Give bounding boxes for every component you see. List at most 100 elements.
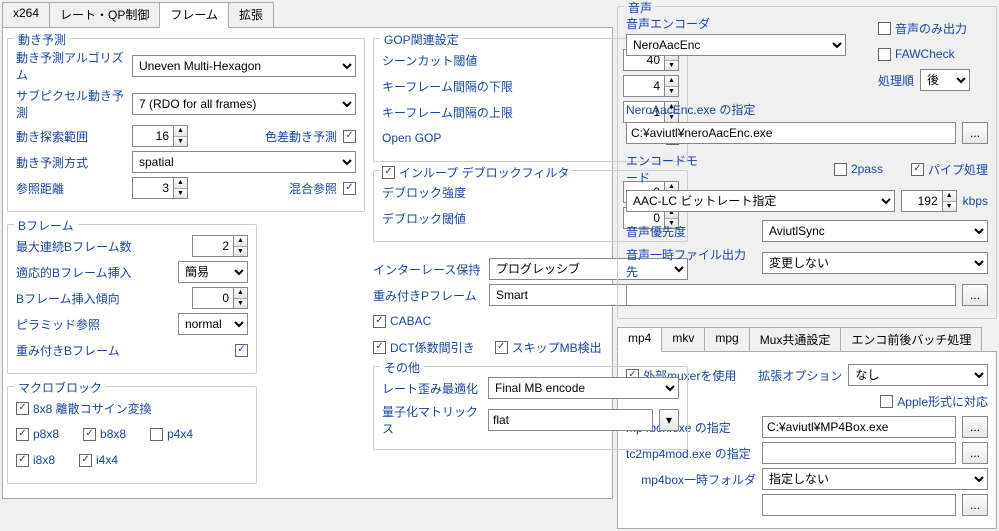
pyramid-select[interactable]: normal <box>178 313 248 335</box>
audio-tempdir-browse-button[interactable]: ... <box>962 284 988 306</box>
tab-extension[interactable]: 拡張 <box>228 2 274 27</box>
scenecut-label: シーンカット閾値 <box>382 52 617 69</box>
p4x4-checkbox[interactable]: p4x4 <box>150 427 193 441</box>
macroblock-group: マクロブロック 8x8 離散コサイン変換 p8x8 b8x8 p4x4 i8x8… <box>7 386 257 484</box>
macroblock-legend: マクロブロック <box>14 379 106 396</box>
enc-mode-select[interactable]: AAC-LC ビットレート指定 <box>626 190 895 212</box>
weightb-label: 重み付きBフレーム <box>16 342 229 359</box>
tc2mp4-exe-browse-button[interactable]: ... <box>962 442 988 464</box>
other-legend: その他 <box>380 359 424 376</box>
chroma-me-label: 色差動き予測 <box>265 128 337 145</box>
frame-tab-body: 動き予測 動き予測アルゴリズム Uneven Multi-Hexagon サブピ… <box>2 28 613 499</box>
gop-legend: GOP関連設定 <box>380 31 463 48</box>
tab-rate-qp[interactable]: レート・QP制御 <box>49 2 160 27</box>
audio-only-checkbox[interactable]: 音声のみ出力 <box>878 20 967 37</box>
audio-encoder-select[interactable]: NeroAacEnc <box>626 34 846 56</box>
other-group: その他 レート歪み最適化 Final MB encode 量子化マトリックス ▾ <box>373 366 688 450</box>
apple-format-checkbox[interactable]: Apple形式に対応 <box>880 393 988 410</box>
mp4box-temp-label: mp4box一時フォルダ <box>626 471 756 488</box>
qmat-input[interactable] <box>488 409 653 431</box>
extopt-select[interactable]: なし <box>848 364 988 386</box>
dct-decimate-checkbox[interactable]: DCT係数間引き <box>373 339 475 356</box>
refdist-spinner[interactable]: ▲▼ <box>132 177 188 199</box>
min-keyint-label: キーフレーム間隔の下限 <box>382 78 617 95</box>
mux-tab-mpg[interactable]: mpg <box>704 327 749 351</box>
skip-mb-checkbox[interactable]: スキップMB検出 <box>495 339 602 356</box>
i4x4-checkbox[interactable]: i4x4 <box>79 453 118 467</box>
mp4box-temp-input[interactable] <box>762 494 956 516</box>
left-tabs: x264 レート・QP制御 フレーム 拡張 <box>2 2 613 28</box>
proc-order-select[interactable]: 後 <box>920 69 970 91</box>
mixref-label: 混合参照 <box>289 180 337 197</box>
i8x8-checkbox[interactable]: i8x8 <box>16 453 55 467</box>
interlace-label: インターレース保持 <box>373 261 483 278</box>
p8x8-checkbox[interactable]: p8x8 <box>16 427 59 441</box>
adaptive-b-label: 適応的Bフレーム挿入 <box>16 264 172 281</box>
maxb-spinner[interactable]: ▲▼ <box>192 235 248 257</box>
rdo-label: レート歪み最適化 <box>382 380 482 397</box>
motion-algo-select[interactable]: Uneven Multi-Hexagon <box>132 55 356 77</box>
mux-tab-mkv[interactable]: mkv <box>661 327 705 351</box>
enc-mode-label: エンコードモード <box>626 152 706 186</box>
bbias-label: Bフレーム挿入傾向 <box>16 290 186 307</box>
mux-tab-mp4[interactable]: mp4 <box>617 327 662 352</box>
refdist-label: 参照距離 <box>16 180 126 197</box>
mixref-checkbox[interactable] <box>343 182 356 195</box>
audio-priority-select[interactable]: AviutlSync <box>762 220 988 242</box>
motion-range-spinner[interactable]: ▲▼ <box>132 125 188 147</box>
bbias-spinner[interactable]: ▲▼ <box>192 287 248 309</box>
audio-group: 音声 音声エンコーダ NeroAacEnc 音声のみ出力 FAWCheck 処理… <box>617 6 997 319</box>
dct8-checkbox[interactable]: 8x8 離散コサイン変換 <box>16 400 152 417</box>
bframe-group: Bフレーム 最大連続Bフレーム数 ▲▼ 適応的Bフレーム挿入 簡易 <box>7 224 257 374</box>
maxb-label: 最大連続Bフレーム数 <box>16 238 186 255</box>
mp4box-temp-browse-button[interactable]: ... <box>962 494 988 516</box>
twopass-checkbox[interactable]: 2pass <box>834 162 883 176</box>
audio-priority-label: 音声優先度 <box>626 223 756 240</box>
audio-exe-input[interactable] <box>626 122 956 144</box>
audio-tempdir-label: 音声一時ファイル出力先 <box>626 246 756 280</box>
cabac-checkbox[interactable]: CABAC <box>373 314 431 328</box>
mux-tab-batch[interactable]: エンコ前後バッチ処理 <box>840 327 982 351</box>
proc-order-label: 処理順 <box>878 72 914 89</box>
mp4box-exe-browse-button[interactable]: ... <box>962 416 988 438</box>
bitrate-unit: kbps <box>963 194 988 208</box>
motion-algo-label: 動き予測アルゴリズム <box>16 49 126 83</box>
qmat-label: 量子化マトリックス <box>382 403 482 437</box>
motion-method-label: 動き予測方式 <box>16 154 126 171</box>
weightb-checkbox[interactable] <box>235 344 248 357</box>
deblock-strength-label: デブロック強度 <box>382 184 617 201</box>
motion-group: 動き予測 動き予測アルゴリズム Uneven Multi-Hexagon サブピ… <box>7 38 365 212</box>
tab-frame[interactable]: フレーム <box>159 2 229 28</box>
extopt-label: 拡張オプション <box>758 367 842 384</box>
deblock-thresh-label: デブロック閾値 <box>382 210 617 227</box>
mp4box-temp-select[interactable]: 指定しない <box>762 468 988 490</box>
mp4box-exe-input[interactable] <box>762 416 956 438</box>
fawcheck-checkbox[interactable]: FAWCheck <box>878 47 955 61</box>
audio-exe-browse-button[interactable]: ... <box>962 122 988 144</box>
audio-tempdir-select[interactable]: 変更しない <box>762 252 988 274</box>
inloop-deblock-checkbox[interactable]: インループ デブロックフィルタ <box>382 164 569 181</box>
adaptive-b-select[interactable]: 簡易 <box>178 261 248 283</box>
audio-encoder-label: 音声エンコーダ <box>626 15 878 32</box>
audio-legend: 音声 <box>624 0 656 16</box>
weightp-label: 重み付きPフレーム <box>373 287 483 304</box>
pyramid-label: ピラミッド参照 <box>16 316 172 333</box>
bframe-legend: Bフレーム <box>14 217 78 234</box>
max-keyint-label: キーフレーム間隔の上限 <box>382 104 617 121</box>
motion-method-select[interactable]: spatial <box>132 151 356 173</box>
subpixel-select[interactable]: 7 (RDO for all frames) <box>132 93 356 115</box>
pipe-checkbox[interactable]: パイプ処理 <box>911 161 988 178</box>
mux-tab-common[interactable]: Mux共通設定 <box>749 327 842 351</box>
tab-x264[interactable]: x264 <box>2 2 50 27</box>
motion-range-label: 動き探索範囲 <box>16 128 126 145</box>
b8x8-checkbox[interactable]: b8x8 <box>83 427 126 441</box>
rdo-select[interactable]: Final MB encode <box>488 377 679 399</box>
audio-bitrate-spinner[interactable]: ▲▼ <box>901 190 957 212</box>
motion-legend: 動き予測 <box>14 31 70 48</box>
subpixel-label: サブピクセル動き予測 <box>16 87 126 121</box>
tc2mp4-exe-input[interactable] <box>762 442 956 464</box>
audio-exe-label: NeroAacEnc.exe の指定 <box>626 101 988 118</box>
qmat-dropdown-button[interactable]: ▾ <box>659 409 679 431</box>
chroma-me-checkbox[interactable] <box>343 130 356 143</box>
audio-tempdir-input[interactable] <box>626 284 956 306</box>
